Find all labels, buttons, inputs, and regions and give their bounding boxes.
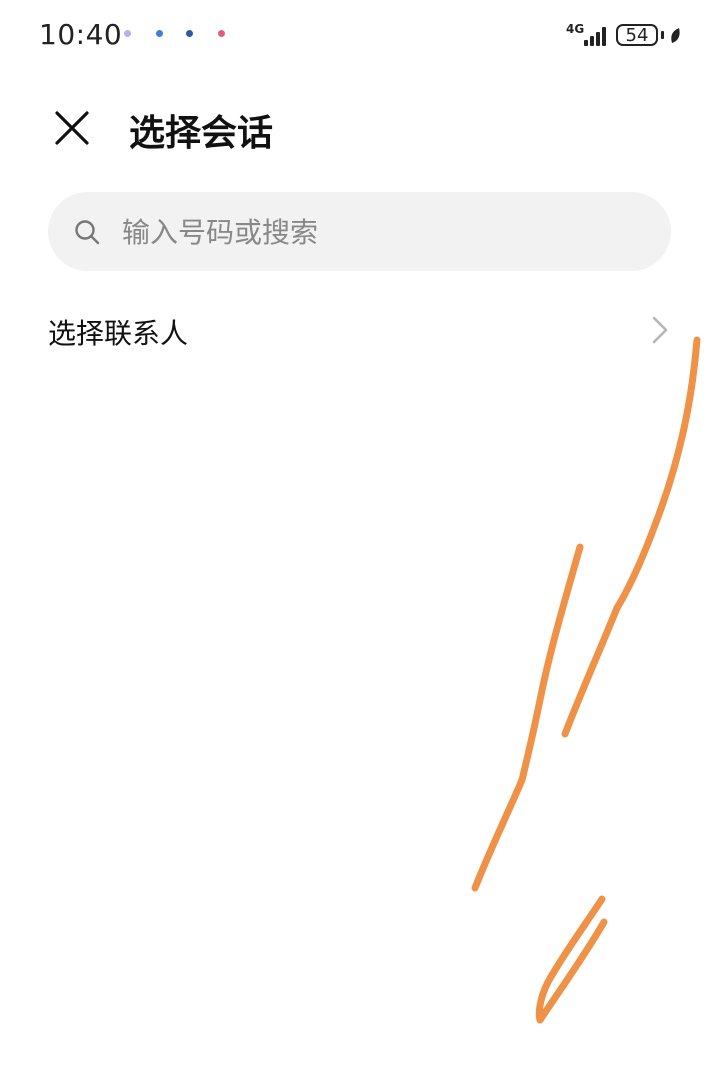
close-icon[interactable]: [46, 102, 98, 154]
select-contact-item[interactable]: 选择联系人: [0, 296, 720, 368]
status-bar: 10:40 4G 54: [0, 0, 720, 72]
header: 选择会话: [0, 88, 720, 168]
battery-icon: 54: [616, 24, 658, 46]
chevron-right-icon: [652, 316, 668, 344]
page-title: 选择会话: [129, 113, 274, 154]
search-input[interactable]: [120, 192, 644, 273]
status-time: 10:40: [39, 18, 123, 51]
battery-cap: [661, 31, 664, 39]
leaf-icon: [671, 28, 680, 43]
notification-icons: [120, 30, 230, 44]
search-icon: [75, 220, 100, 245]
battery-level: 54: [625, 25, 649, 46]
signal-icon: [584, 26, 610, 46]
network-type: 4G: [566, 22, 585, 36]
select-contact-label: 选择联系人: [48, 317, 189, 350]
search-bar[interactable]: [48, 192, 671, 273]
